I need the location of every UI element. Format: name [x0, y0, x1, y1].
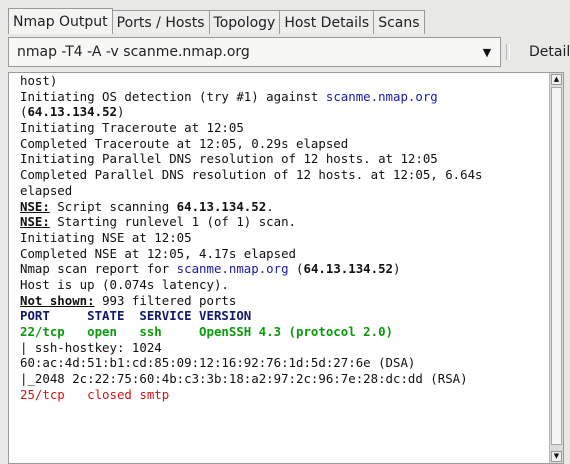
output-line: Not shown: 993 filtered ports [20, 293, 548, 309]
vertical-scrollbar[interactable]: ▲ ▼ [549, 73, 563, 463]
command-row: nmap -T4 -A -v scanme.nmap.org ▼ Details [8, 35, 570, 71]
output-text-segment: ) [393, 261, 401, 277]
output-line: (64.13.134.52) [20, 104, 548, 120]
output-text-segment: Starting runlevel 1 (of 1) scan. [49, 214, 297, 230]
tab-host-details[interactable]: Host Details [279, 10, 375, 34]
output-text-segment: ) [117, 104, 125, 120]
output-line: |_2048 2c:22:75:60:4b:c3:3b:18:a2:97:2c:… [20, 371, 548, 387]
output-text-segment: Initiating Parallel DNS resolution of 12… [20, 151, 438, 167]
host-link[interactable]: scanme.nmap.org [326, 89, 438, 104]
output-text-segment: 25/tcp closed smtp [20, 386, 170, 402]
output-text-segment: 64.13.134.52 [27, 104, 117, 120]
tab-scans[interactable]: Scans [373, 10, 425, 34]
output-line: Completed Traceroute at 12:05, 0.29s ela… [20, 136, 548, 152]
output-line: Host is up (0.074s latency). [20, 277, 548, 293]
output-text-segment: Host is up (0.074s latency). [20, 276, 229, 292]
output-text-segment: . [266, 198, 274, 214]
output-line: | ssh-hostkey: 1024 [20, 340, 548, 356]
scrollbar-thumb[interactable] [551, 87, 562, 445]
output-text-segment: Completed NSE at 12:05, 4.17s elapsed [20, 245, 297, 261]
output-text-segment: Initiating Traceroute at 12:05 [20, 120, 244, 136]
output-text-segment: Initiating NSE at 12:05 [20, 229, 192, 245]
scroll-down-arrow-icon[interactable]: ▼ [551, 451, 562, 462]
tab-topology[interactable]: Topology [208, 10, 281, 34]
output-line: Nmap scan report for scanme.nmap.org (64… [20, 261, 548, 277]
host-link[interactable]: scanme.nmap.org [177, 261, 289, 276]
output-text-segment: 60:ac:4d:51:b1:cd:85:09:12:16:92:76:1d:5… [20, 355, 416, 371]
output-text-segment: 64.13.134.52 [303, 261, 394, 277]
tab-nmap-output[interactable]: Nmap Output [8, 8, 113, 34]
command-combobox[interactable]: nmap -T4 -A -v scanme.nmap.org ▼ [8, 37, 501, 67]
output-line: 22/tcp open ssh OpenSSH 4.3 (protocol 2.… [20, 324, 548, 340]
output-line: Initiating NSE at 12:05 [20, 230, 548, 246]
output-text-segment: elapsed [20, 182, 73, 198]
command-input[interactable]: nmap -T4 -A -v scanme.nmap.org [9, 44, 474, 60]
output-text-segment: host) [20, 73, 58, 88]
output-text-segment: | ssh-hostkey: 1024 [20, 339, 162, 355]
output-text-segment: 64.13.134.52 [176, 198, 267, 214]
output-text-segment: ( [288, 261, 304, 277]
output-line: Completed NSE at 12:05, 4.17s elapsed [20, 246, 548, 262]
output-text-segment: Nmap scan report for [20, 261, 177, 277]
output-line: Initiating Traceroute at 12:05 [20, 120, 548, 136]
nmap-output-panel[interactable]: host) Initiating OS detection (try #1) ag… [8, 72, 564, 464]
output-line: elapsed [20, 183, 548, 199]
output-text-segment: Initiating OS detection (try #1) against [20, 88, 326, 104]
output-text-segment: PORT STATE SERVICE VERSION [20, 308, 252, 324]
toolbar-separator [506, 44, 510, 60]
output-text-segment: Completed Traceroute at 12:05, 0.29s ela… [20, 135, 349, 151]
output-text-segment: 993 filtered ports [94, 292, 237, 308]
output-text-segment: NSE: [20, 214, 50, 230]
scroll-up-arrow-icon[interactable]: ▲ [551, 74, 562, 85]
output-line: Completed Parallel DNS resolution of 12 … [20, 167, 548, 183]
output-line: Initiating OS detection (try #1) against… [20, 89, 548, 105]
output-text: host) Initiating OS detection (try #1) ag… [20, 73, 548, 402]
output-text-segment: Completed Parallel DNS resolution of 12 … [20, 167, 483, 183]
output-line: NSE: Script scanning 64.13.134.52. [20, 199, 548, 215]
output-text-segment: Script scanning [49, 198, 177, 214]
output-text-segment: |_2048 2c:22:75:60:4b:c3:3b:18:a2:97:2c:… [20, 371, 468, 387]
details-button[interactable]: Details [523, 37, 570, 67]
output-line: Initiating Parallel DNS resolution of 12… [20, 151, 548, 167]
output-text-segment: Not shown: [20, 292, 95, 308]
tab-bar: Nmap Output Ports / Hosts Topology Host Det… [8, 8, 425, 34]
tab-ports-hosts[interactable]: Ports / Hosts [111, 10, 210, 34]
output-line: PORT STATE SERVICE VERSION [20, 308, 548, 324]
output-line: 25/tcp closed smtp [20, 387, 548, 403]
output-line: 60:ac:4d:51:b1:cd:85:09:12:16:92:76:1d:5… [20, 355, 548, 371]
output-line: NSE: Starting runlevel 1 (of 1) scan. [20, 214, 548, 230]
output-line: host) [20, 73, 548, 89]
output-text-segment: 22/tcp open ssh OpenSSH 4.3 (protocol 2.… [20, 324, 393, 339]
output-text-segment: NSE: [20, 198, 50, 214]
chevron-down-icon[interactable]: ▼ [474, 38, 500, 66]
